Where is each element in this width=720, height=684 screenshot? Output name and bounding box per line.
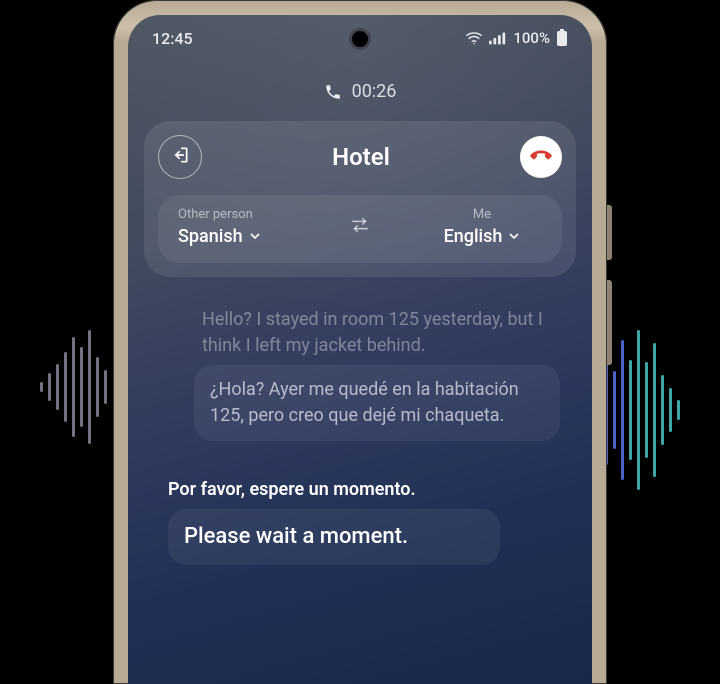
other-language-value: Spanish xyxy=(178,226,243,247)
battery-icon xyxy=(556,29,568,47)
call-timer: 00:26 xyxy=(128,81,592,102)
contact-name: Hotel xyxy=(202,143,520,171)
me-language-label: Me xyxy=(473,207,491,222)
call-header-card: Hotel Other person Spanish xyxy=(144,121,576,277)
me-language-value: English xyxy=(444,226,503,247)
transcript: Hello? I stayed in room 125 yesterday, b… xyxy=(168,307,552,571)
stage: 12:45 100% xyxy=(0,0,720,684)
language-selector-card: Other person Spanish xyxy=(158,195,562,263)
call-duration: 00:26 xyxy=(352,81,397,102)
swap-languages-button[interactable] xyxy=(349,216,371,238)
me-language-selector[interactable]: Me English xyxy=(422,207,542,247)
end-call-button[interactable] xyxy=(520,136,562,178)
exit-button[interactable] xyxy=(158,135,202,179)
wifi-icon xyxy=(465,31,483,45)
screen: 12:45 100% xyxy=(128,15,592,684)
sound-wave-left xyxy=(40,330,107,444)
phone-icon xyxy=(324,83,342,101)
chevron-down-icon xyxy=(508,226,520,247)
signal-icon xyxy=(489,31,507,45)
swap-icon xyxy=(349,219,371,238)
status-time: 12:45 xyxy=(152,29,193,48)
my-message-translated: ¿Hola? Ayer me quedé en la habitación 12… xyxy=(194,365,560,441)
status-right: 100% xyxy=(465,29,568,47)
my-message-original: Hello? I stayed in room 125 yesterday, b… xyxy=(202,307,552,359)
chevron-down-icon xyxy=(249,226,261,247)
end-call-icon xyxy=(528,142,554,172)
phone-frame: 12:45 100% xyxy=(113,0,607,684)
other-language-selector[interactable]: Other person Spanish xyxy=(178,207,298,247)
exit-icon xyxy=(170,145,190,169)
side-button-1 xyxy=(607,205,612,260)
status-bar: 12:45 100% xyxy=(128,15,592,61)
side-button-2 xyxy=(607,280,612,365)
other-message-original: Por favor, espere un momento. xyxy=(168,477,492,503)
status-battery-text: 100% xyxy=(513,29,550,47)
other-language-label: Other person xyxy=(178,207,253,222)
other-message-translated: Please wait a moment. xyxy=(168,509,500,565)
